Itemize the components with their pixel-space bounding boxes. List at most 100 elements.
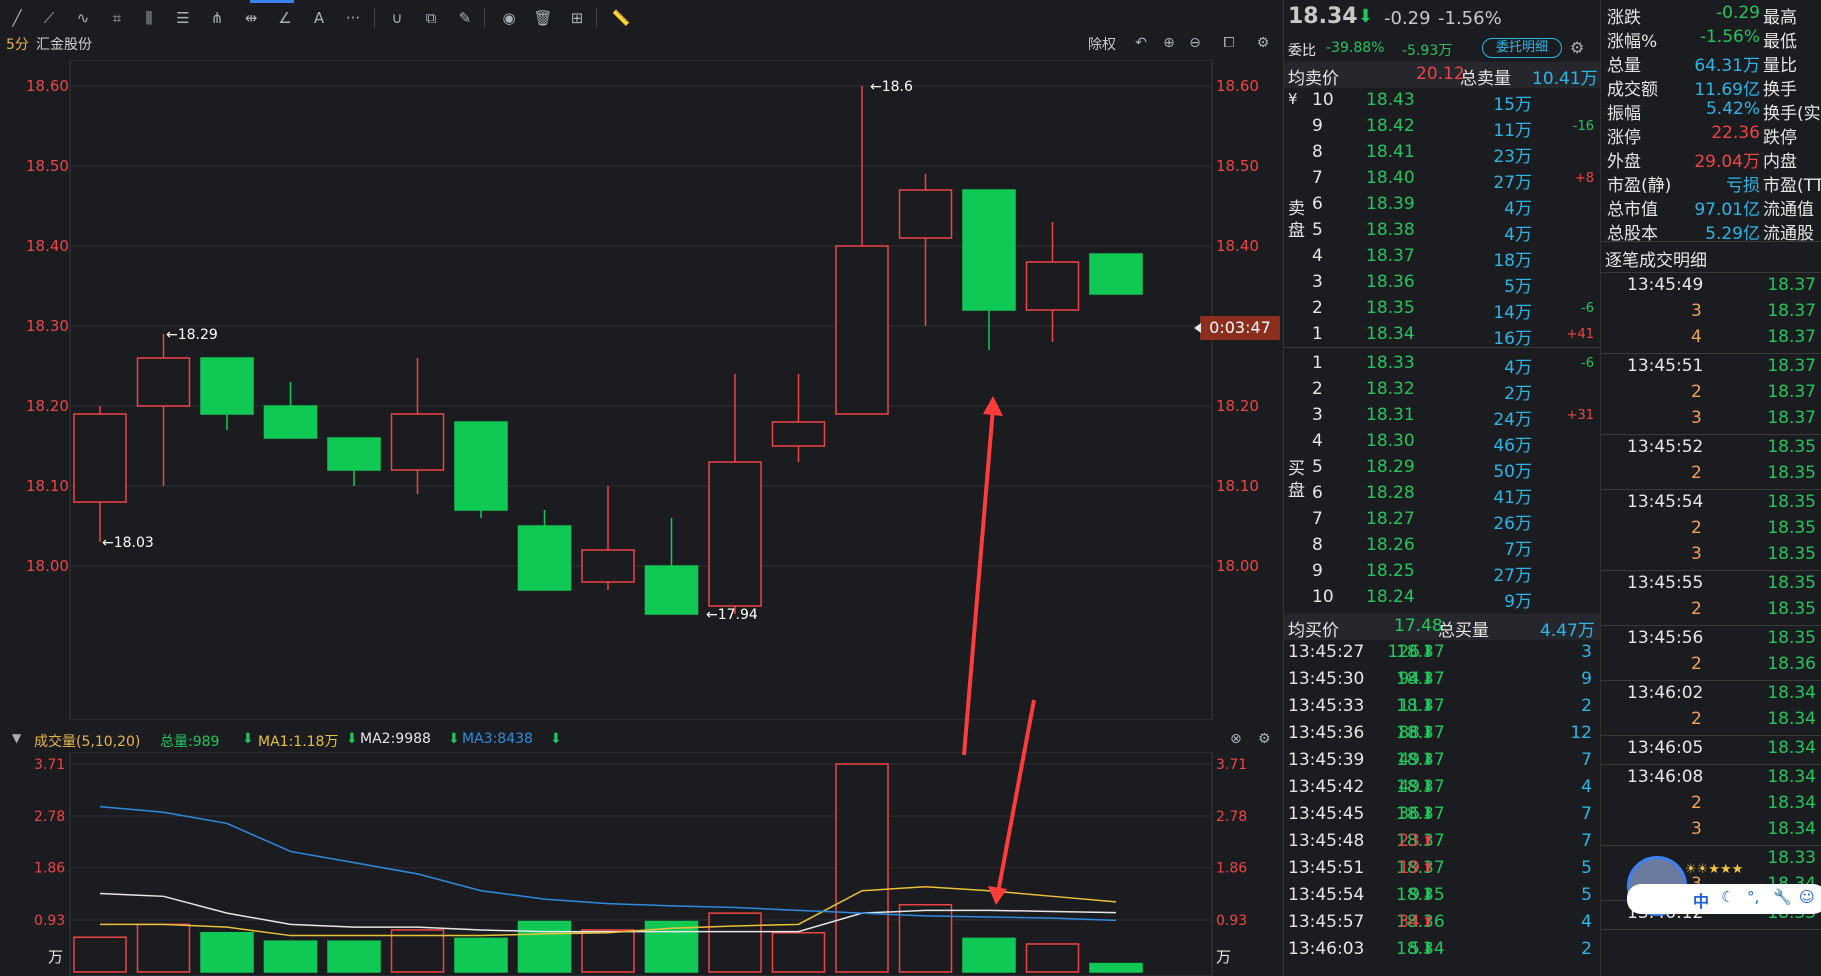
entrust-detail-button[interactable]: 委托明细 [1482, 38, 1562, 58]
stat-row: 总市值 97.01亿 流通值 [1601, 194, 1821, 220]
sell-price: 18.42 [1366, 116, 1415, 136]
tick-time: 13:45:54 [1288, 885, 1365, 905]
sell-level-row[interactable]: 6 18.39 4万 [1284, 192, 1600, 219]
buy-volume: 27万 [1493, 566, 1532, 586]
tick-count: 7 [1581, 750, 1592, 770]
arrow-down-icon: ⬇ [1422, 698, 1434, 714]
tick-row[interactable]: 13:45:51 18.37 19 ⬆ 5 [1284, 856, 1600, 882]
buy-volume: 26万 [1493, 514, 1532, 534]
stat-value: 5.42% [1705, 99, 1760, 119]
buy-level-row[interactable]: 6 18.28 41万 [1284, 481, 1600, 508]
tick-row[interactable]: 13:45:48 18.37 23 ⬆ 7 [1284, 829, 1600, 855]
trade-row[interactable]: 13:45:52 18.35 [1601, 436, 1821, 462]
sell-level-row[interactable]: 5 18.38 4万 [1284, 218, 1600, 245]
moon-icon[interactable]: ☾ [1721, 888, 1734, 906]
tick-volume: 88 [1398, 723, 1420, 743]
stat-value: 22.36 [1711, 123, 1760, 143]
sell-level-row[interactable]: 9 18.42 11万 -16 [1284, 114, 1600, 141]
trade-row[interactable]: 2 18.36 [1601, 653, 1821, 679]
wrench-icon[interactable]: 🔧 [1773, 888, 1792, 906]
tick-time: 13:45:57 [1288, 912, 1365, 932]
trade-row[interactable]: 3 18.35 [1601, 543, 1821, 569]
trade-row[interactable]: 13:46:02 18.34 [1601, 682, 1821, 708]
sell-level-row[interactable]: 8 18.41 23万 [1284, 140, 1600, 167]
tick-row[interactable]: 13:46:03 18.34 5 ⬇ 2 [1284, 937, 1600, 963]
buy-level-row[interactable]: 7 18.27 26万 [1284, 507, 1600, 534]
ime-toolbar[interactable]: 中 ☾ °, 🔧 ☺ [1627, 884, 1821, 914]
sell-level: 1 [1312, 324, 1323, 344]
tick-row[interactable]: 13:45:27 18.37 126 ⬇ 3 [1284, 640, 1600, 666]
buy-level-row[interactable]: 4 18.30 46万 [1284, 429, 1600, 456]
tick-row[interactable]: 13:45:39 18.37 49 ⬇ 7 [1284, 748, 1600, 774]
arrow-down-icon: ⬇ [1422, 941, 1434, 957]
trade-row[interactable]: 13:45:55 18.35 [1601, 572, 1821, 598]
tick-row[interactable]: 13:45:36 18.37 88 ⬇ 12 [1284, 721, 1600, 747]
buy-level-row[interactable]: 1 18.33 4万 -6 [1284, 351, 1600, 378]
trade-row[interactable]: 4 18.37 [1601, 326, 1821, 352]
total-buy-value: 4.47万 [1540, 621, 1595, 641]
trade-price: 18.34 [1767, 709, 1816, 729]
trades-title: 逐笔成交明细 [1605, 251, 1707, 271]
trade-row[interactable]: 13:45:54 18.35 [1601, 491, 1821, 517]
sell-level: 3 [1312, 272, 1323, 292]
arrow-up-icon: ⬆ [1422, 833, 1434, 849]
sell-level: 9 [1312, 116, 1323, 136]
stat-label-right: 跌停 [1763, 128, 1797, 148]
buy-level-row[interactable]: 9 18.25 27万 [1284, 559, 1600, 586]
trade-row[interactable]: 2 18.37 [1601, 381, 1821, 407]
sell-level-row[interactable]: 10 18.43 15万 [1284, 88, 1600, 115]
trade-row[interactable]: 318.34 [1601, 818, 1821, 844]
stat-label: 振幅 [1607, 104, 1641, 124]
buy-level: 7 [1312, 509, 1323, 529]
trade-group-divider [1601, 845, 1821, 846]
trade-row[interactable]: 13:45:51 18.37 [1601, 355, 1821, 381]
trade-row[interactable]: 2 18.34 [1601, 708, 1821, 734]
trade-group-divider [1601, 625, 1821, 626]
stat-label: 涨跌 [1607, 8, 1641, 28]
trade-row[interactable]: 2 18.35 [1601, 598, 1821, 624]
sell-price: 18.43 [1366, 90, 1415, 110]
sell-level: 10 [1312, 90, 1334, 110]
tick-row[interactable]: 13:45:45 18.37 36 ⬇ 7 [1284, 802, 1600, 828]
emoji-icon[interactable]: ☺ [1799, 888, 1815, 906]
stat-row: 涨停 22.36 跌停 [1601, 122, 1821, 148]
trade-row[interactable]: 2 18.34 [1601, 792, 1821, 818]
buy-level-row[interactable]: 8 18.26 7万 [1284, 533, 1600, 560]
trade-row[interactable]: 13:45:49 18.37 [1601, 274, 1821, 300]
buy-level-row[interactable]: 2 18.32 2万 [1284, 377, 1600, 404]
tick-row[interactable]: 13:45:30 18.37 94 ⬇ 9 [1284, 667, 1600, 693]
trade-row[interactable]: 13:45:56 18.35 [1601, 627, 1821, 653]
tick-volume: 23 [1398, 831, 1420, 851]
punct-icon[interactable]: °, [1747, 888, 1759, 906]
trade-row[interactable]: 13:46:08 18.34 [1601, 766, 1821, 792]
trade-time: 13:45:56 [1627, 628, 1704, 648]
sell-level: 6 [1312, 194, 1323, 214]
tick-row[interactable]: 13:45:57 18.36 34 ⬆ 4 [1284, 910, 1600, 936]
trade-row[interactable]: 13:46:05 18.34 [1601, 737, 1821, 763]
sell-volume: 27万 [1493, 173, 1532, 193]
stat-row: 涨跌 -0.29 最高 [1601, 2, 1821, 28]
sell-level-row[interactable]: 2 18.35 14万 -6 [1284, 296, 1600, 323]
sell-level-row[interactable]: 3 18.36 5万 [1284, 270, 1600, 297]
tick-row[interactable]: 13:45:54 18.35 9 ⬇ 5 [1284, 883, 1600, 909]
sell-level-row[interactable]: 1 18.34 16万 +41 [1284, 322, 1600, 349]
buy-level-row[interactable]: 5 18.29 50万 [1284, 455, 1600, 482]
sell-level-row[interactable]: 7 18.40 27万 +8 [1284, 166, 1600, 193]
ime-lang-label[interactable]: 中 [1693, 888, 1709, 912]
trade-row[interactable]: 3 18.37 [1601, 407, 1821, 433]
sell-level: 4 [1312, 246, 1323, 266]
sell-level-row[interactable]: 4 18.37 18万 [1284, 244, 1600, 271]
avg-sell-value: 20.12 [1416, 64, 1465, 84]
trade-price: 18.35 [1767, 628, 1816, 648]
settings-icon[interactable]: ⚙ [1570, 38, 1584, 57]
trade-price: 18.34 [1767, 793, 1816, 813]
buy-level-row[interactable]: 3 18.31 24万 +31 [1284, 403, 1600, 430]
trade-row[interactable]: 2 18.35 [1601, 517, 1821, 543]
trade-row[interactable]: 3 18.37 [1601, 300, 1821, 326]
tick-row[interactable]: 13:45:42 18.37 49 ⬇ 4 [1284, 775, 1600, 801]
tick-row[interactable]: 13:45:33 18.37 11 ⬇ 2 [1284, 694, 1600, 720]
buy-level-row[interactable]: 10 18.24 9万 [1284, 585, 1600, 612]
trade-row[interactable]: 2 18.35 [1601, 462, 1821, 488]
tick-price: 18.35 [1396, 885, 1445, 905]
sell-volume: 18万 [1493, 251, 1532, 271]
